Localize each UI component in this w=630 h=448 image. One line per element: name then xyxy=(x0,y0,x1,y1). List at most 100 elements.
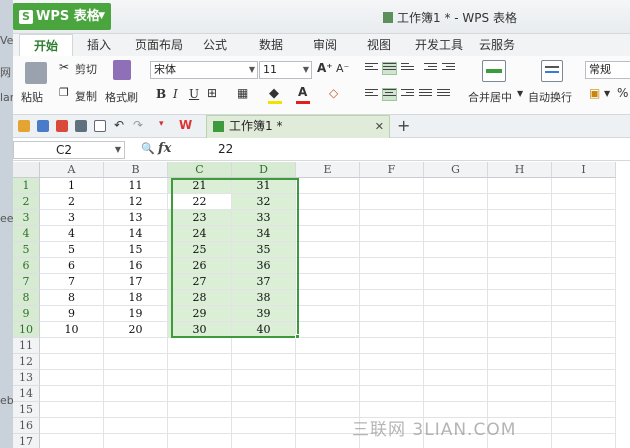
open-folder-icon[interactable] xyxy=(18,120,30,132)
cell[interactable]: 16 xyxy=(104,258,168,274)
fill-handle[interactable] xyxy=(295,334,300,339)
cell[interactable]: 21 xyxy=(168,178,232,194)
column-header-a[interactable]: A xyxy=(40,162,104,178)
underline-button[interactable]: U xyxy=(189,87,199,101)
cell[interactable]: 9 xyxy=(40,306,104,322)
font-color-icon[interactable]: A xyxy=(298,85,307,99)
cell[interactable] xyxy=(424,338,488,354)
cell[interactable] xyxy=(552,258,616,274)
cell[interactable] xyxy=(488,338,552,354)
new-tab-icon[interactable]: + xyxy=(397,116,410,135)
cell[interactable]: 1 xyxy=(40,178,104,194)
row-header[interactable]: 2 xyxy=(13,194,40,210)
column-header-i[interactable]: I xyxy=(552,162,616,178)
align-left-icon[interactable] xyxy=(365,89,378,100)
row-header[interactable]: 1 xyxy=(13,178,40,194)
tab-insert[interactable]: 插入 xyxy=(87,34,111,56)
cell[interactable] xyxy=(552,242,616,258)
clear-format-icon[interactable]: ◇ xyxy=(329,86,338,100)
font-name-select[interactable]: 宋体 ▼ xyxy=(150,61,258,79)
cell[interactable]: 40 xyxy=(232,322,296,338)
align-middle-icon[interactable] xyxy=(382,62,397,75)
cell[interactable]: 35 xyxy=(232,242,296,258)
cell[interactable] xyxy=(296,242,360,258)
cell[interactable] xyxy=(424,386,488,402)
cell[interactable] xyxy=(296,258,360,274)
cell[interactable]: 36 xyxy=(232,258,296,274)
row-header[interactable]: 14 xyxy=(13,386,40,402)
cell[interactable] xyxy=(296,194,360,210)
cell[interactable] xyxy=(104,386,168,402)
column-header-h[interactable]: H xyxy=(488,162,552,178)
align-top-icon[interactable] xyxy=(365,63,378,74)
row-header[interactable]: 3 xyxy=(13,210,40,226)
cell[interactable] xyxy=(360,290,424,306)
cell[interactable]: 6 xyxy=(40,258,104,274)
cell[interactable] xyxy=(360,370,424,386)
cell[interactable]: 34 xyxy=(232,226,296,242)
formula-input[interactable]: 22 xyxy=(218,142,233,156)
column-header-c[interactable]: C xyxy=(168,162,232,178)
cell[interactable] xyxy=(488,242,552,258)
print-icon[interactable] xyxy=(75,120,87,132)
cell[interactable] xyxy=(552,386,616,402)
row-header[interactable]: 17 xyxy=(13,434,40,448)
cell[interactable]: 37 xyxy=(232,274,296,290)
cell[interactable] xyxy=(232,354,296,370)
fx-icon[interactable]: fx xyxy=(158,141,171,156)
cell[interactable] xyxy=(360,338,424,354)
cell[interactable] xyxy=(552,434,616,448)
bold-button[interactable]: B xyxy=(156,87,166,101)
cell[interactable] xyxy=(488,306,552,322)
cell[interactable] xyxy=(424,370,488,386)
cell[interactable] xyxy=(488,226,552,242)
cell[interactable] xyxy=(104,402,168,418)
cell[interactable] xyxy=(360,306,424,322)
cell[interactable] xyxy=(488,386,552,402)
tab-developer[interactable]: 开发工具 xyxy=(415,34,463,56)
row-header[interactable]: 16 xyxy=(13,418,40,434)
cell[interactable] xyxy=(424,194,488,210)
cell[interactable]: 4 xyxy=(40,226,104,242)
wrap-text-icon[interactable] xyxy=(541,60,563,82)
justify-icon[interactable] xyxy=(419,89,432,100)
row-header[interactable]: 13 xyxy=(13,370,40,386)
cell[interactable] xyxy=(104,418,168,434)
cell[interactable] xyxy=(552,210,616,226)
cell[interactable]: 25 xyxy=(168,242,232,258)
cell[interactable] xyxy=(40,338,104,354)
cell[interactable] xyxy=(552,402,616,418)
cell[interactable] xyxy=(40,370,104,386)
cell[interactable]: 14 xyxy=(104,226,168,242)
cell[interactable] xyxy=(360,194,424,210)
cell[interactable] xyxy=(488,210,552,226)
cell[interactable] xyxy=(104,338,168,354)
cell[interactable] xyxy=(488,354,552,370)
borders-icon[interactable]: ⊞ xyxy=(207,86,217,100)
cell[interactable]: 30 xyxy=(168,322,232,338)
cell[interactable] xyxy=(296,354,360,370)
cell[interactable]: 24 xyxy=(168,226,232,242)
cell[interactable] xyxy=(296,434,360,448)
tab-data[interactable]: 数据 xyxy=(259,34,283,56)
customize-icon[interactable]: ▾ xyxy=(159,119,164,129)
cell[interactable] xyxy=(424,306,488,322)
column-header-f[interactable]: F xyxy=(360,162,424,178)
cell[interactable] xyxy=(40,354,104,370)
row-header[interactable]: 11 xyxy=(13,338,40,354)
align-center-icon[interactable] xyxy=(382,88,397,101)
cell[interactable] xyxy=(296,386,360,402)
cell[interactable] xyxy=(360,178,424,194)
align-bottom-icon[interactable] xyxy=(401,63,414,74)
cell[interactable]: 26 xyxy=(168,258,232,274)
cell[interactable]: 17 xyxy=(104,274,168,290)
cell[interactable] xyxy=(424,354,488,370)
cell[interactable] xyxy=(488,178,552,194)
cell[interactable] xyxy=(296,370,360,386)
cell[interactable]: 22 xyxy=(168,194,232,210)
pdf-icon[interactable] xyxy=(56,120,68,132)
save-icon[interactable] xyxy=(37,120,49,132)
print-preview-icon[interactable] xyxy=(94,120,106,132)
cell[interactable]: 23 xyxy=(168,210,232,226)
cell[interactable] xyxy=(488,274,552,290)
